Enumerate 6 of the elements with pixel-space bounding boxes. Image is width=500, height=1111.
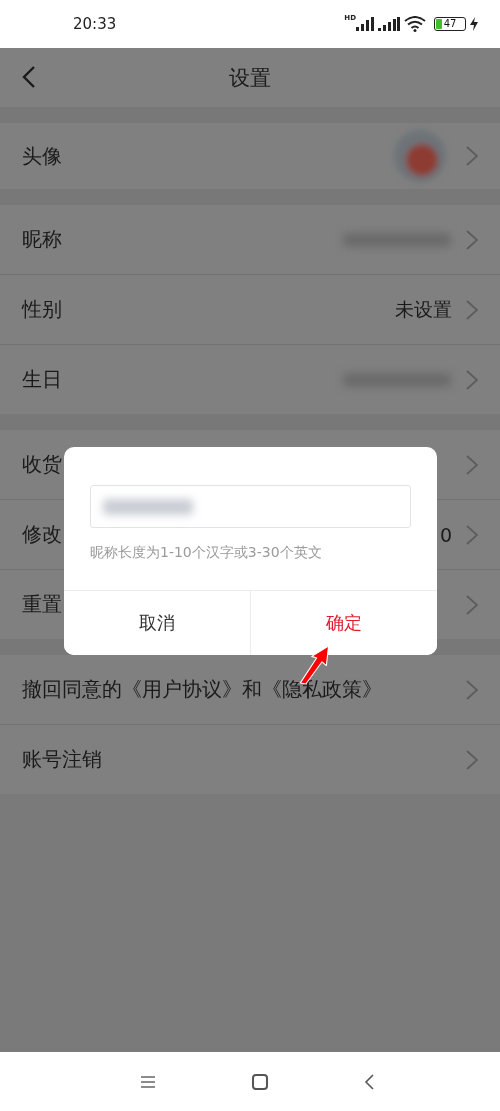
page-title: 设置 <box>229 64 271 92</box>
battery-icon: 47 <box>434 17 466 31</box>
hint-text: 昵称长度为1-10个汉字或3-30个英文 <box>90 544 323 562</box>
row-value: 未设置 <box>395 296 452 322</box>
clock-time: 20:33 <box>73 15 117 33</box>
row-value: 0 <box>439 523 452 546</box>
